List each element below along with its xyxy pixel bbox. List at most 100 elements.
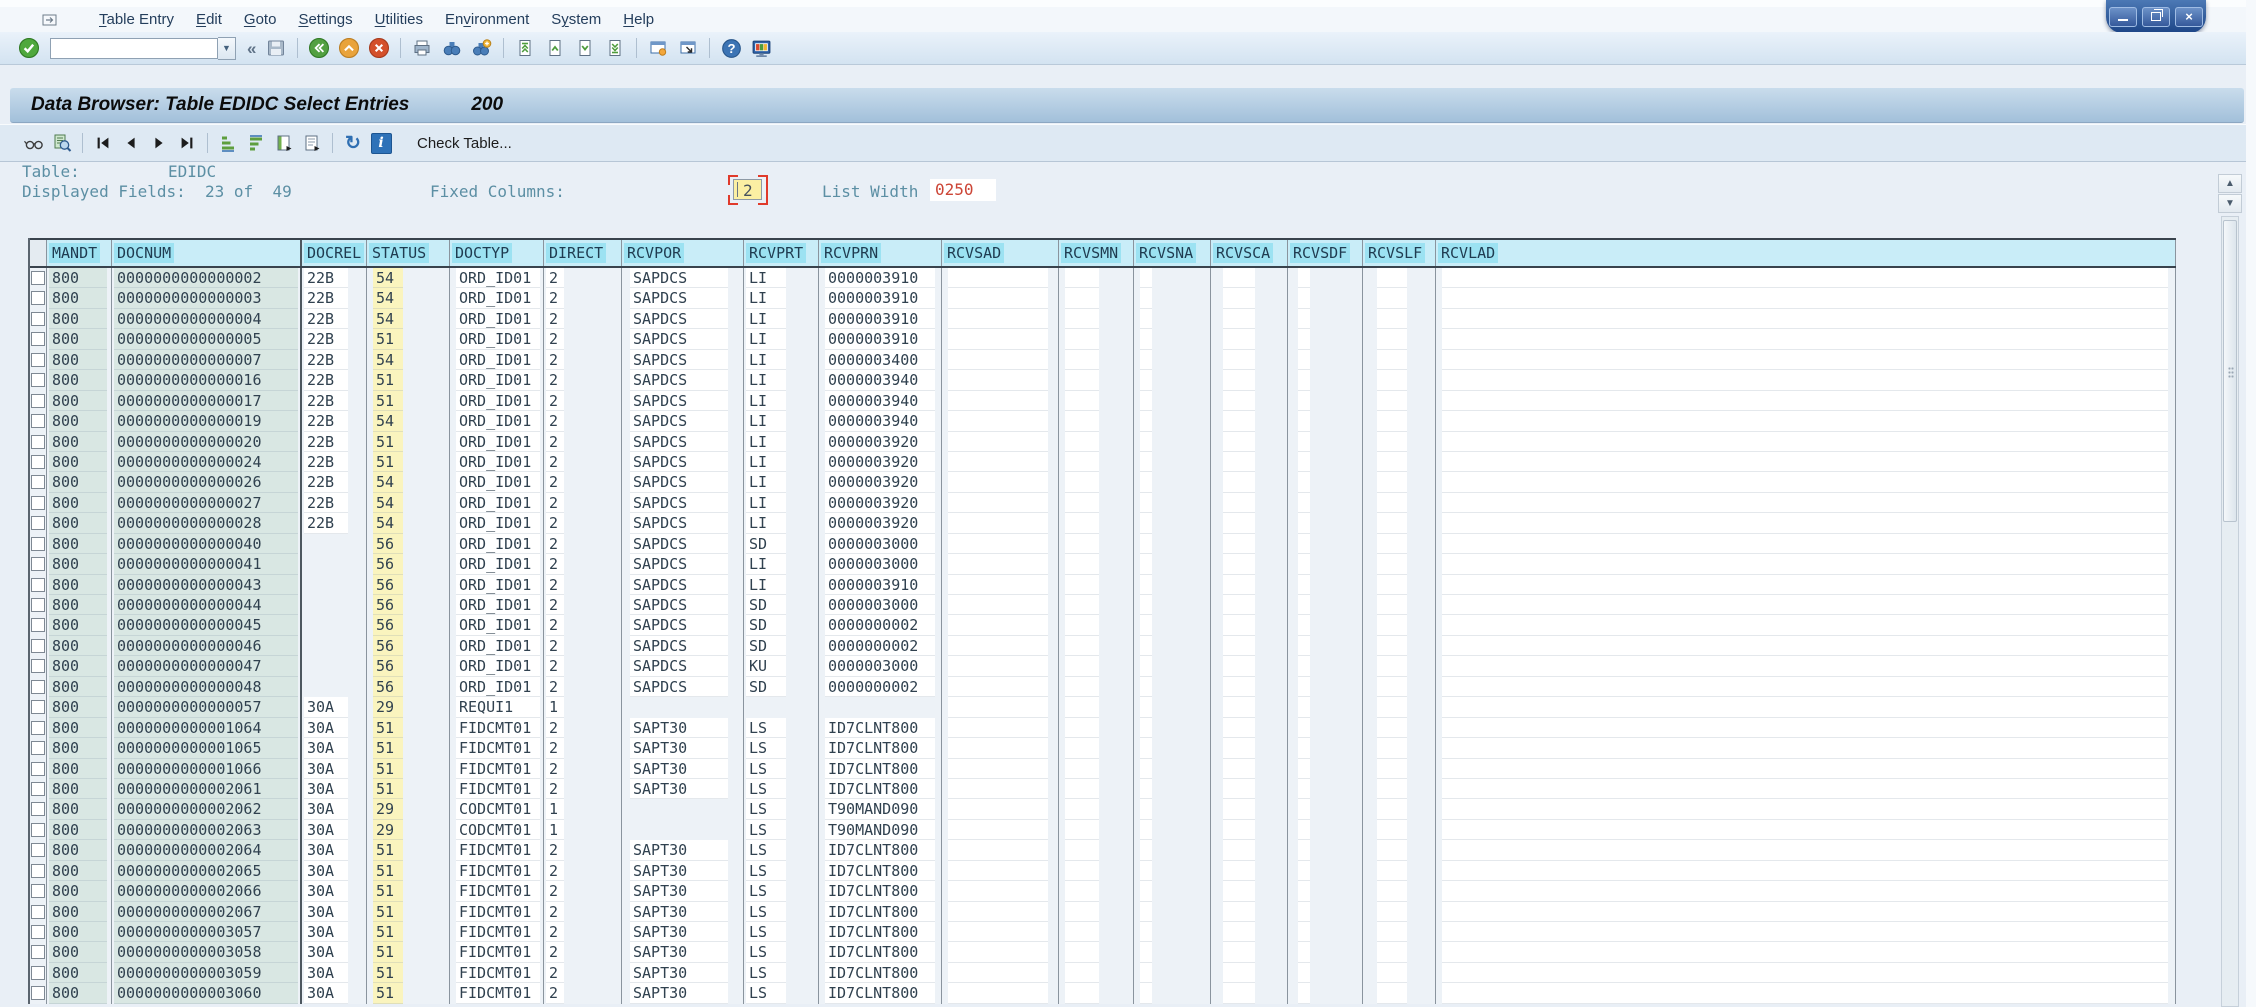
cell-rcvsad[interactable] — [942, 432, 1059, 452]
cell-rcvpor[interactable]: SAPT30 — [622, 738, 744, 758]
cancel-button[interactable] — [367, 36, 391, 60]
cell-docrel[interactable]: 30A — [302, 861, 367, 881]
cell-mandt[interactable]: 800 — [47, 861, 112, 881]
cell-rcvsca[interactable] — [1211, 983, 1288, 1003]
cell-rcvsmn[interactable] — [1059, 370, 1134, 390]
cell-rcvsdf[interactable] — [1288, 493, 1363, 513]
cell-rcvsdf[interactable] — [1288, 268, 1363, 288]
cell-status[interactable]: 51 — [367, 942, 450, 962]
cell-rcvsad[interactable] — [942, 942, 1059, 962]
minimize-button[interactable] — [2109, 7, 2137, 27]
info-button[interactable]: i — [369, 131, 393, 155]
cell-rcvsca[interactable] — [1211, 636, 1288, 656]
cell-direct[interactable]: 2 — [544, 350, 622, 370]
cell-rcvsad[interactable] — [942, 820, 1059, 840]
cell-rcvslf[interactable] — [1363, 779, 1436, 799]
cell-rcvsdf[interactable] — [1288, 963, 1363, 983]
cell-direct[interactable]: 2 — [544, 738, 622, 758]
cell-rcvsna[interactable] — [1134, 575, 1211, 595]
cell-rcvsna[interactable] — [1134, 493, 1211, 513]
cell-rcvsmn[interactable] — [1059, 697, 1134, 717]
cell-rcvpor[interactable]: SAPDCS — [622, 391, 744, 411]
cell-rcvsdf[interactable] — [1288, 554, 1363, 574]
cell-doctyp[interactable]: ORD_ID01 — [450, 391, 544, 411]
cell-rcvsca[interactable] — [1211, 718, 1288, 738]
row-checkbox[interactable] — [31, 455, 45, 469]
cell-rcvslf[interactable] — [1363, 799, 1436, 819]
cell-rcvprn[interactable]: 0000003910 — [819, 268, 942, 288]
cell-doctyp[interactable]: ORD_ID01 — [450, 636, 544, 656]
table-row[interactable]: 800000000000000305730A51FIDCMT012SAPT30L… — [30, 922, 2176, 942]
column-header-rcvprn[interactable]: RCVPRN — [819, 240, 942, 266]
column-header-docnum[interactable]: DOCNUM — [112, 240, 302, 266]
cell-mandt[interactable]: 800 — [47, 738, 112, 758]
cell-rcvsad[interactable] — [942, 288, 1059, 308]
cell-rcvprt[interactable]: SD — [744, 677, 819, 697]
cell-rcvsca[interactable] — [1211, 288, 1288, 308]
cell-rcvsmn[interactable] — [1059, 759, 1134, 779]
cell-rcvprn[interactable] — [819, 697, 942, 717]
cell-rcvslf[interactable] — [1363, 861, 1436, 881]
cell-doctyp[interactable]: FIDCMT01 — [450, 779, 544, 799]
cell-mandt[interactable]: 800 — [47, 411, 112, 431]
row-checkbox[interactable] — [31, 945, 45, 959]
cell-rcvsna[interactable] — [1134, 881, 1211, 901]
cell-rcvsca[interactable] — [1211, 595, 1288, 615]
cell-rcvsmn[interactable] — [1059, 472, 1134, 492]
cell-direct[interactable]: 2 — [544, 493, 622, 513]
cell-status[interactable]: 56 — [367, 677, 450, 697]
cell-docrel[interactable]: 30A — [302, 902, 367, 922]
cell-rcvslf[interactable] — [1363, 738, 1436, 758]
cell-docnum[interactable]: 0000000000000047 — [112, 656, 302, 676]
cell-direct[interactable]: 2 — [544, 922, 622, 942]
cell-status[interactable]: 51 — [367, 452, 450, 472]
cell-rcvlad[interactable] — [1436, 799, 2176, 819]
cell-rcvsad[interactable] — [942, 922, 1059, 942]
cell-doctyp[interactable]: REQUI1 — [450, 697, 544, 717]
cell-docnum[interactable]: 0000000000000057 — [112, 697, 302, 717]
cell-mandt[interactable]: 800 — [47, 554, 112, 574]
cell-rcvsdf[interactable] — [1288, 697, 1363, 717]
cell-rcvprt[interactable]: LS — [744, 983, 819, 1003]
cell-rcvsna[interactable] — [1134, 677, 1211, 697]
cell-rcvlad[interactable] — [1436, 452, 2176, 472]
cell-rcvsmn[interactable] — [1059, 983, 1134, 1003]
cell-rcvpor[interactable]: SAPT30 — [622, 963, 744, 983]
cell-direct[interactable]: 2 — [544, 881, 622, 901]
cell-rcvsdf[interactable] — [1288, 759, 1363, 779]
cell-status[interactable]: 54 — [367, 513, 450, 533]
cell-rcvsad[interactable] — [942, 411, 1059, 431]
table-row[interactable]: 800000000000000206330A29CODCMT011LST90MA… — [30, 820, 2176, 840]
cell-rcvprn[interactable]: ID7CLNT800 — [819, 738, 942, 758]
cell-rcvsna[interactable] — [1134, 963, 1211, 983]
cell-direct[interactable]: 1 — [544, 799, 622, 819]
cell-rcvprt[interactable]: LS — [744, 759, 819, 779]
cell-rcvprt[interactable]: LS — [744, 840, 819, 860]
cell-rcvsna[interactable] — [1134, 636, 1211, 656]
cell-direct[interactable]: 1 — [544, 697, 622, 717]
cell-rcvsdf[interactable] — [1288, 718, 1363, 738]
cell-rcvsna[interactable] — [1134, 411, 1211, 431]
row-checkbox[interactable] — [31, 618, 45, 632]
cell-rcvlad[interactable] — [1436, 963, 2176, 983]
cell-rcvprn[interactable]: 0000003920 — [819, 493, 942, 513]
table-row[interactable]: 800000000000000206530A51FIDCMT012SAPT30L… — [30, 861, 2176, 881]
table-row[interactable]: 800000000000000001622B51ORD_ID012SAPDCSL… — [30, 370, 2176, 390]
cell-docnum[interactable]: 0000000000000046 — [112, 636, 302, 656]
cell-docrel[interactable]: 30A — [302, 881, 367, 901]
row-checkbox[interactable] — [31, 966, 45, 980]
cell-rcvslf[interactable] — [1363, 432, 1436, 452]
cell-rcvsca[interactable] — [1211, 615, 1288, 635]
sort-ascending-button[interactable] — [216, 131, 240, 155]
cell-rcvsca[interactable] — [1211, 902, 1288, 922]
column-header-doctyp[interactable]: DOCTYP — [450, 240, 544, 266]
cell-rcvsna[interactable] — [1134, 452, 1211, 472]
cell-mandt[interactable]: 800 — [47, 922, 112, 942]
cell-rcvpor[interactable]: SAPDCS — [622, 677, 744, 697]
cell-rcvsdf[interactable] — [1288, 288, 1363, 308]
cell-rcvslf[interactable] — [1363, 370, 1436, 390]
cell-docrel[interactable]: 22B — [302, 411, 367, 431]
cell-direct[interactable]: 2 — [544, 268, 622, 288]
cell-direct[interactable]: 2 — [544, 534, 622, 554]
cell-rcvsca[interactable] — [1211, 963, 1288, 983]
